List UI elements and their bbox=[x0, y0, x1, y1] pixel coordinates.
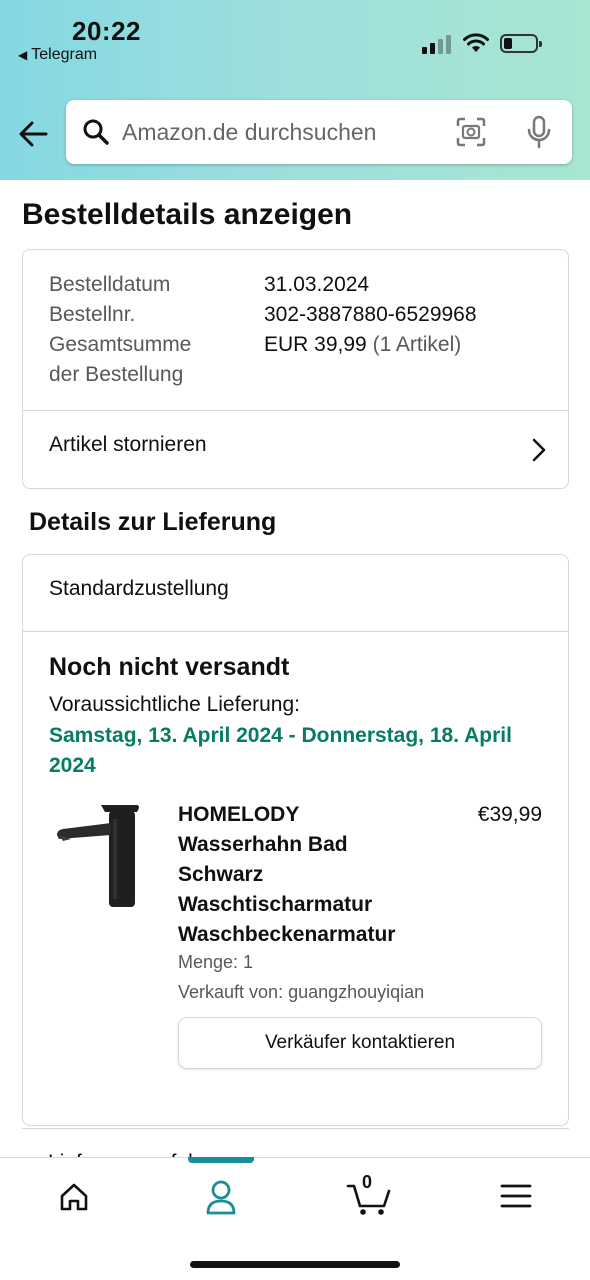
divider bbox=[23, 631, 568, 632]
header-bar: 20:22 ◀ Telegram bbox=[0, 0, 590, 180]
menu-icon[interactable] bbox=[486, 1176, 546, 1216]
delivery-estimate-label: Voraussichtliche Lieferung: bbox=[49, 693, 300, 716]
product-price: €39,99 bbox=[477, 803, 542, 826]
contact-seller-button[interactable]: Verkäufer kontaktieren bbox=[178, 1017, 542, 1069]
account-icon[interactable] bbox=[191, 1176, 251, 1216]
search-icon bbox=[83, 119, 109, 145]
order-number-label: Bestellnr. bbox=[49, 303, 136, 326]
cell-signal-icon bbox=[422, 34, 454, 54]
cancel-items-label: Artikel stornieren bbox=[49, 433, 207, 456]
battery-icon bbox=[500, 34, 542, 53]
product-title[interactable]: HOMELODY Wasserhahn Bad Schwarz Waschtis… bbox=[178, 800, 428, 950]
order-total-amount: EUR 39,99 bbox=[264, 333, 367, 356]
delivery-section-title: Details zur Lieferung bbox=[29, 508, 277, 536]
active-tab-indicator bbox=[188, 1157, 254, 1163]
delivery-card: Standardzustellung Noch nicht versandt V… bbox=[22, 554, 569, 1126]
back-triangle-icon: ◀ bbox=[18, 48, 28, 62]
search-bar[interactable] bbox=[66, 100, 572, 164]
product-seller: Verkauft von: guangzhouyiqian bbox=[178, 982, 425, 1002]
back-app-label: Telegram bbox=[31, 46, 98, 63]
order-total-value: EUR 39,99 (1 Artikel) bbox=[264, 330, 461, 360]
back-to-app[interactable]: ◀ Telegram bbox=[18, 46, 97, 64]
bottom-navigation: 0 bbox=[0, 1157, 590, 1280]
order-total-label: Gesamtsumme der Bestellung bbox=[49, 330, 191, 390]
page-title: Bestelldetails anzeigen bbox=[22, 198, 353, 231]
order-summary-card: Bestelldatum 31.03.2024 Bestellnr. 302-3… bbox=[22, 249, 569, 489]
status-time: 20:22 bbox=[72, 16, 141, 46]
home-indicator[interactable] bbox=[190, 1261, 400, 1268]
wifi-icon bbox=[463, 33, 489, 52]
home-icon[interactable] bbox=[44, 1176, 104, 1216]
delivery-estimate-dates: Samstag, 13. April 2024 - Donnerstag, 18… bbox=[49, 724, 512, 777]
order-number-value: 302-3887880-6529968 bbox=[264, 303, 477, 326]
shipment-status: Noch nicht versandt bbox=[49, 653, 290, 681]
product-image[interactable] bbox=[53, 799, 143, 909]
order-date-value: 31.03.2024 bbox=[264, 273, 370, 296]
order-date-label: Bestelldatum bbox=[49, 273, 171, 296]
cart-button[interactable]: 0 bbox=[340, 1172, 400, 1216]
back-arrow-icon[interactable] bbox=[16, 116, 52, 152]
order-total-label-line1: Gesamtsumme bbox=[49, 333, 192, 356]
product-quantity: Menge: 1 bbox=[178, 952, 254, 972]
cart-count: 0 bbox=[362, 1172, 373, 1192]
order-total-items: (1 Artikel) bbox=[372, 333, 462, 356]
mic-icon[interactable] bbox=[526, 115, 552, 149]
camera-icon[interactable] bbox=[456, 117, 486, 147]
order-total-label-line2: der Bestellung bbox=[49, 363, 184, 386]
search-input[interactable] bbox=[122, 114, 442, 150]
chevron-right-icon bbox=[532, 438, 546, 462]
delivery-method: Standardzustellung bbox=[49, 577, 229, 600]
cancel-items-link[interactable]: Artikel stornieren bbox=[23, 411, 568, 489]
